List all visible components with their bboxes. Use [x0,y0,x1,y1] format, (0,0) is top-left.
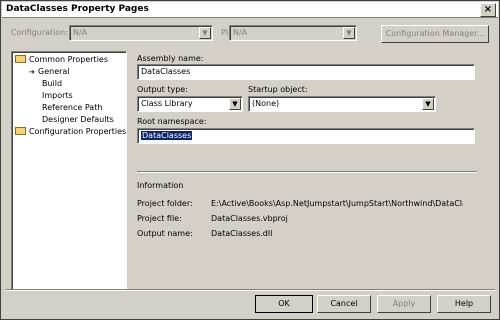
platform-select[interactable]: N/A ▼ [229,25,357,41]
chevron-down-icon[interactable]: ▼ [422,98,434,110]
close-icon[interactable]: × [480,3,496,17]
startup-object-label: Startup object: [248,85,308,94]
footer-separator [5,289,495,291]
root-namespace-label: Root namespace: [137,117,207,126]
output-type-select[interactable]: Class Library ▼ [137,96,243,112]
assembly-name-input[interactable]: DataClasses [137,64,475,80]
project-folder-value: E:\Active\Books\Asp.NetJumpstart\JumpSta… [211,199,463,208]
output-name-value: DataClasses.dll [211,229,273,238]
cancel-button[interactable]: Cancel [317,295,371,313]
configuration-value: N/A [73,28,88,37]
apply-button[interactable]: Apply [377,295,431,313]
folder-icon [15,127,26,135]
help-button[interactable]: Help [437,295,491,313]
tree-item-common-properties[interactable]: Common Properties [15,54,108,65]
assembly-name-value: DataClasses [141,67,191,76]
property-pages-dialog: DataClasses Property Pages × Configurati… [0,0,500,320]
chevron-down-icon[interactable]: ▼ [229,98,241,110]
configuration-label: Configuration: [11,28,68,37]
ok-button[interactable]: OK [255,295,313,313]
startup-object-value: (None) [252,99,280,108]
chevron-down-icon: ▼ [199,27,211,39]
information-separator [137,171,477,173]
information-heading: Information [137,181,184,190]
window-title: DataClasses Property Pages [6,4,149,14]
tree-item-imports[interactable]: Imports [42,90,73,101]
project-folder-label: Project folder: [137,199,193,208]
tree-item-configuration-properties[interactable]: Configuration Properties [15,126,126,137]
configuration-manager-button[interactable]: Configuration Manager... [381,25,489,43]
tree-item-label: Common Properties [29,55,109,64]
arrow-pointer-icon: ➔ [29,68,35,76]
startup-object-select[interactable]: (None) ▼ [248,96,436,112]
assembly-name-label: Assembly name: [137,54,204,63]
tree-item-label: Reference Path [42,103,103,112]
output-name-label: Output name: [137,229,193,238]
root-namespace-input[interactable]: DataClasses [137,128,475,144]
output-type-label: Output type: [137,85,188,94]
tree-item-reference-path[interactable]: Reference Path [42,102,102,113]
output-type-value: Class Library [141,99,193,108]
tree-item-label: Configuration Properties [29,127,127,136]
tree-item-designer-defaults[interactable]: Designer Defaults [42,114,114,125]
open-folder-icon [15,55,26,63]
tree-item-label: Build [42,79,63,88]
property-tree: Common Properties ➔ General Build Imports… [11,51,127,291]
chevron-down-icon: ▼ [343,27,355,39]
title-bar[interactable]: DataClasses Property Pages × [2,2,498,18]
tree-item-label: General [38,67,70,76]
project-file-value: DataClasses.vbproj [211,214,288,223]
root-namespace-value: DataClasses [141,131,193,140]
tree-item-general[interactable]: ➔ General [29,66,70,77]
project-file-label: Project file: [137,214,182,223]
tree-item-build[interactable]: Build [42,78,62,89]
tree-item-label: Designer Defaults [42,115,114,124]
platform-value: N/A [233,28,248,37]
tree-item-label: Imports [42,91,73,100]
configuration-select[interactable]: N/A ▼ [69,25,213,41]
